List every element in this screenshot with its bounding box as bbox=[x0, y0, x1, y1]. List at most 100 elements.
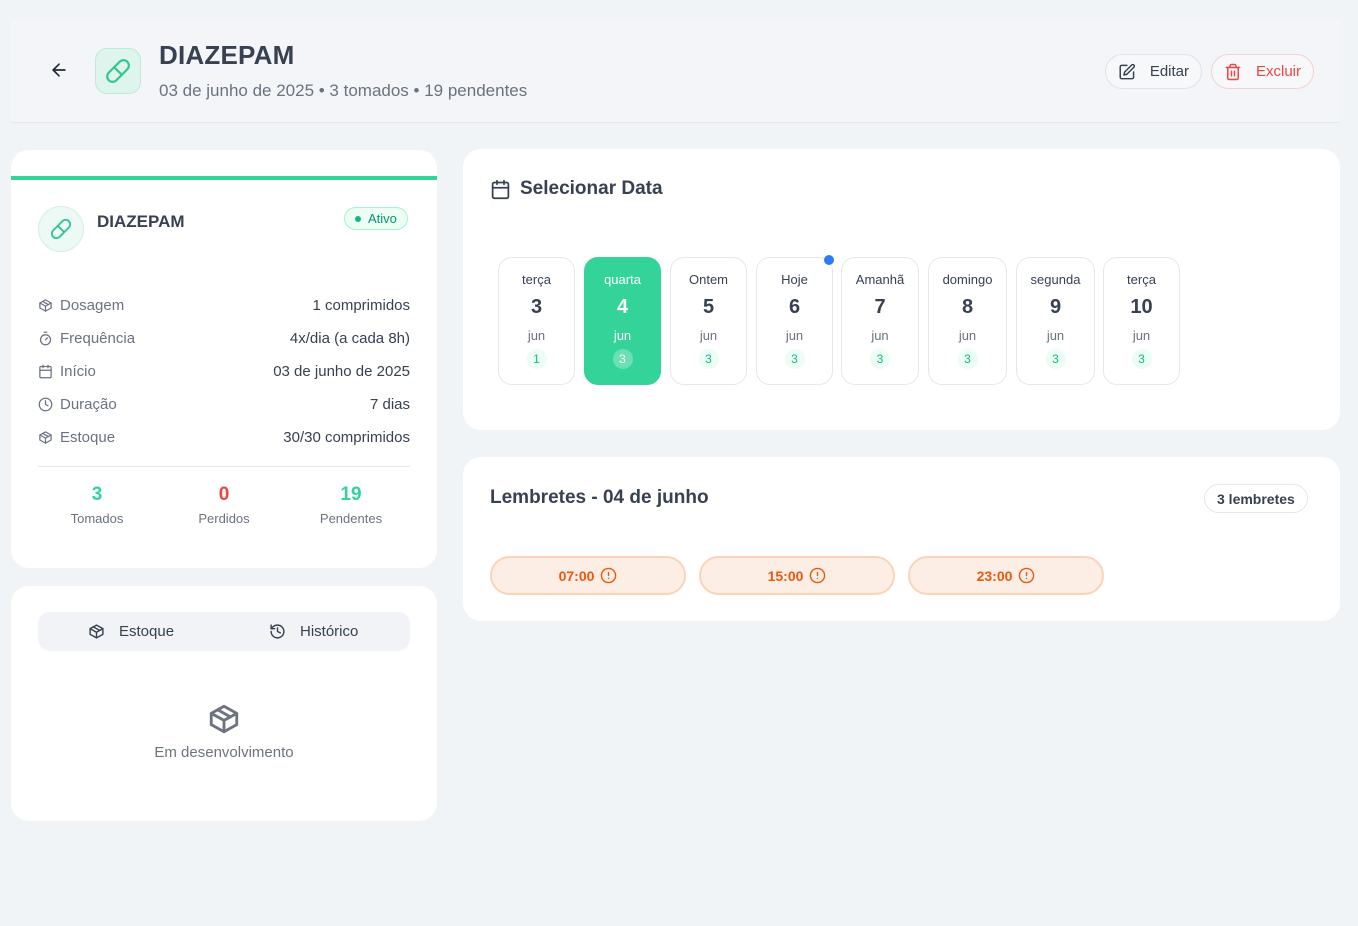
day-number: 4 bbox=[616, 296, 629, 318]
pill-icon bbox=[95, 48, 141, 94]
day-tile[interactable]: segunda 9 jun 3 bbox=[1016, 257, 1095, 385]
package-icon bbox=[39, 430, 52, 444]
tab-label: Histórico bbox=[300, 623, 359, 640]
tab-estoque[interactable]: Estoque bbox=[88, 612, 174, 651]
day-count-badge: 3 bbox=[870, 349, 890, 369]
day-count-badge: 3 bbox=[957, 349, 978, 369]
day-tile[interactable]: domingo 8 jun 3 bbox=[928, 257, 1007, 385]
info-value: 4x/dia (a cada 8h) bbox=[289, 329, 410, 347]
day-count-badge: 3 bbox=[612, 349, 633, 369]
package-icon bbox=[89, 624, 104, 639]
clock-icon bbox=[38, 397, 53, 411]
day-month: jun bbox=[1132, 328, 1151, 343]
day-tile[interactable]: Ontem 5 jun 3 bbox=[670, 257, 747, 385]
stat-value: 0 bbox=[218, 484, 230, 505]
medication-name: DIAZEPAM bbox=[97, 212, 185, 231]
day-tile[interactable]: terça 10 jun 3 bbox=[1103, 257, 1180, 385]
info-row-frequencia: Frequência 4x/dia (a cada 8h) bbox=[38, 328, 410, 348]
day-count-badge: 1 bbox=[526, 349, 547, 369]
day-tile[interactable]: terça 3 jun 1 bbox=[498, 257, 575, 385]
divider bbox=[38, 466, 410, 467]
edit-label: Editar bbox=[1149, 63, 1189, 80]
delete-button[interactable]: Excluir bbox=[1211, 54, 1314, 89]
edit-icon bbox=[1119, 63, 1136, 79]
day-number: 10 bbox=[1130, 296, 1153, 318]
today-indicator bbox=[824, 255, 834, 265]
info-label: Frequência bbox=[60, 329, 136, 347]
alert-circle-icon bbox=[1019, 567, 1035, 584]
stat-label: Tomados bbox=[70, 511, 124, 526]
stat-value: 19 bbox=[340, 484, 362, 505]
day-number: 7 bbox=[874, 296, 886, 318]
info-value: 30/30 comprimidos bbox=[283, 428, 410, 446]
info-value: 1 comprimidos bbox=[312, 296, 410, 314]
stat-label: Perdidos bbox=[198, 511, 250, 526]
calendar-icon bbox=[491, 179, 510, 199]
stat-perdidos: 0 Perdidos bbox=[169, 484, 279, 526]
status-dot bbox=[355, 215, 361, 222]
status-badge: Ativo bbox=[344, 207, 408, 230]
info-label: Início bbox=[60, 362, 96, 380]
info-row-estoque: Estoque 30/30 comprimidos bbox=[38, 427, 410, 447]
day-name: segunda bbox=[1030, 272, 1081, 287]
reminder-pill[interactable]: 07:00 bbox=[490, 556, 686, 595]
day-name: Hoje bbox=[781, 272, 808, 287]
accent-bar bbox=[11, 176, 437, 180]
info-value: 03 de junho de 2025 bbox=[273, 362, 410, 380]
timer-icon bbox=[39, 331, 52, 345]
day-name: terça bbox=[522, 272, 551, 287]
day-month: jun bbox=[871, 328, 889, 343]
package-icon bbox=[209, 704, 239, 734]
day-count-badge: 3 bbox=[1045, 349, 1066, 369]
date-picker-card: Selecionar Data terça 3 jun 1 quarta 4 j… bbox=[463, 149, 1340, 430]
day-tile-selected[interactable]: quarta 4 jun 3 bbox=[584, 257, 661, 385]
page-header: DIAZEPAM 03 de junho de 2025 • 3 tomados… bbox=[11, 20, 1340, 123]
day-name: domingo bbox=[942, 272, 993, 287]
empty-text: Em desenvolvimento bbox=[154, 744, 294, 761]
info-row-inicio: Início 03 de junho de 2025 bbox=[38, 361, 410, 381]
day-number: 9 bbox=[1049, 296, 1062, 318]
day-count-badge: 3 bbox=[1131, 349, 1152, 369]
reminder-time: 15:00 bbox=[767, 567, 804, 584]
day-count-badge: 3 bbox=[698, 349, 719, 369]
delete-label: Excluir bbox=[1255, 63, 1301, 80]
info-row-duracao: Duração 7 dias bbox=[38, 394, 410, 414]
edit-button[interactable]: Editar bbox=[1105, 54, 1202, 89]
history-icon bbox=[270, 624, 285, 639]
day-number: 5 bbox=[702, 296, 715, 318]
tab-label: Estoque bbox=[119, 623, 175, 640]
stock-card: Estoque Histórico Em desenvolvimento bbox=[11, 586, 437, 821]
day-month: jun bbox=[785, 328, 804, 343]
reminder-pill[interactable]: 23:00 bbox=[908, 556, 1104, 595]
day-number: 6 bbox=[788, 296, 801, 318]
day-name: quarta bbox=[604, 272, 641, 287]
reminders-card: Lembretes - 04 de junho 3 lembretes 07:0… bbox=[463, 457, 1340, 621]
page-title: DIAZEPAM bbox=[159, 40, 295, 70]
reminder-time: 23:00 bbox=[976, 567, 1013, 584]
date-picker-label: Selecionar Data bbox=[520, 178, 663, 199]
day-tile[interactable]: Amanhã 7 jun 3 bbox=[841, 257, 919, 385]
info-label: Dosagem bbox=[60, 296, 125, 314]
tab-historico[interactable]: Histórico bbox=[269, 612, 358, 651]
reminder-pill[interactable]: 15:00 bbox=[699, 556, 895, 595]
alert-circle-icon bbox=[601, 567, 617, 584]
day-number: 8 bbox=[961, 296, 974, 318]
day-name: terça bbox=[1127, 272, 1156, 287]
info-label: Duração bbox=[60, 395, 117, 413]
arrow-left-icon bbox=[52, 63, 66, 77]
day-month: jun bbox=[527, 328, 546, 343]
back-button[interactable] bbox=[49, 60, 69, 80]
info-row-dosagem: Dosagem 1 comprimidos bbox=[38, 295, 410, 315]
trash-icon bbox=[1225, 63, 1241, 80]
info-label: Estoque bbox=[60, 428, 116, 446]
stat-label: Pendentes bbox=[319, 511, 383, 526]
package-icon bbox=[39, 298, 52, 312]
day-month: jun bbox=[613, 328, 632, 343]
day-number: 3 bbox=[530, 296, 543, 318]
date-picker-title: Selecionar Data bbox=[490, 178, 663, 200]
day-name: Amanhã bbox=[855, 272, 905, 287]
stat-tomados: 3 Tomados bbox=[42, 484, 152, 526]
stat-value: 3 bbox=[91, 484, 103, 505]
info-value: 7 dias bbox=[369, 395, 410, 413]
day-tile-today[interactable]: Hoje 6 jun 3 bbox=[756, 255, 834, 385]
